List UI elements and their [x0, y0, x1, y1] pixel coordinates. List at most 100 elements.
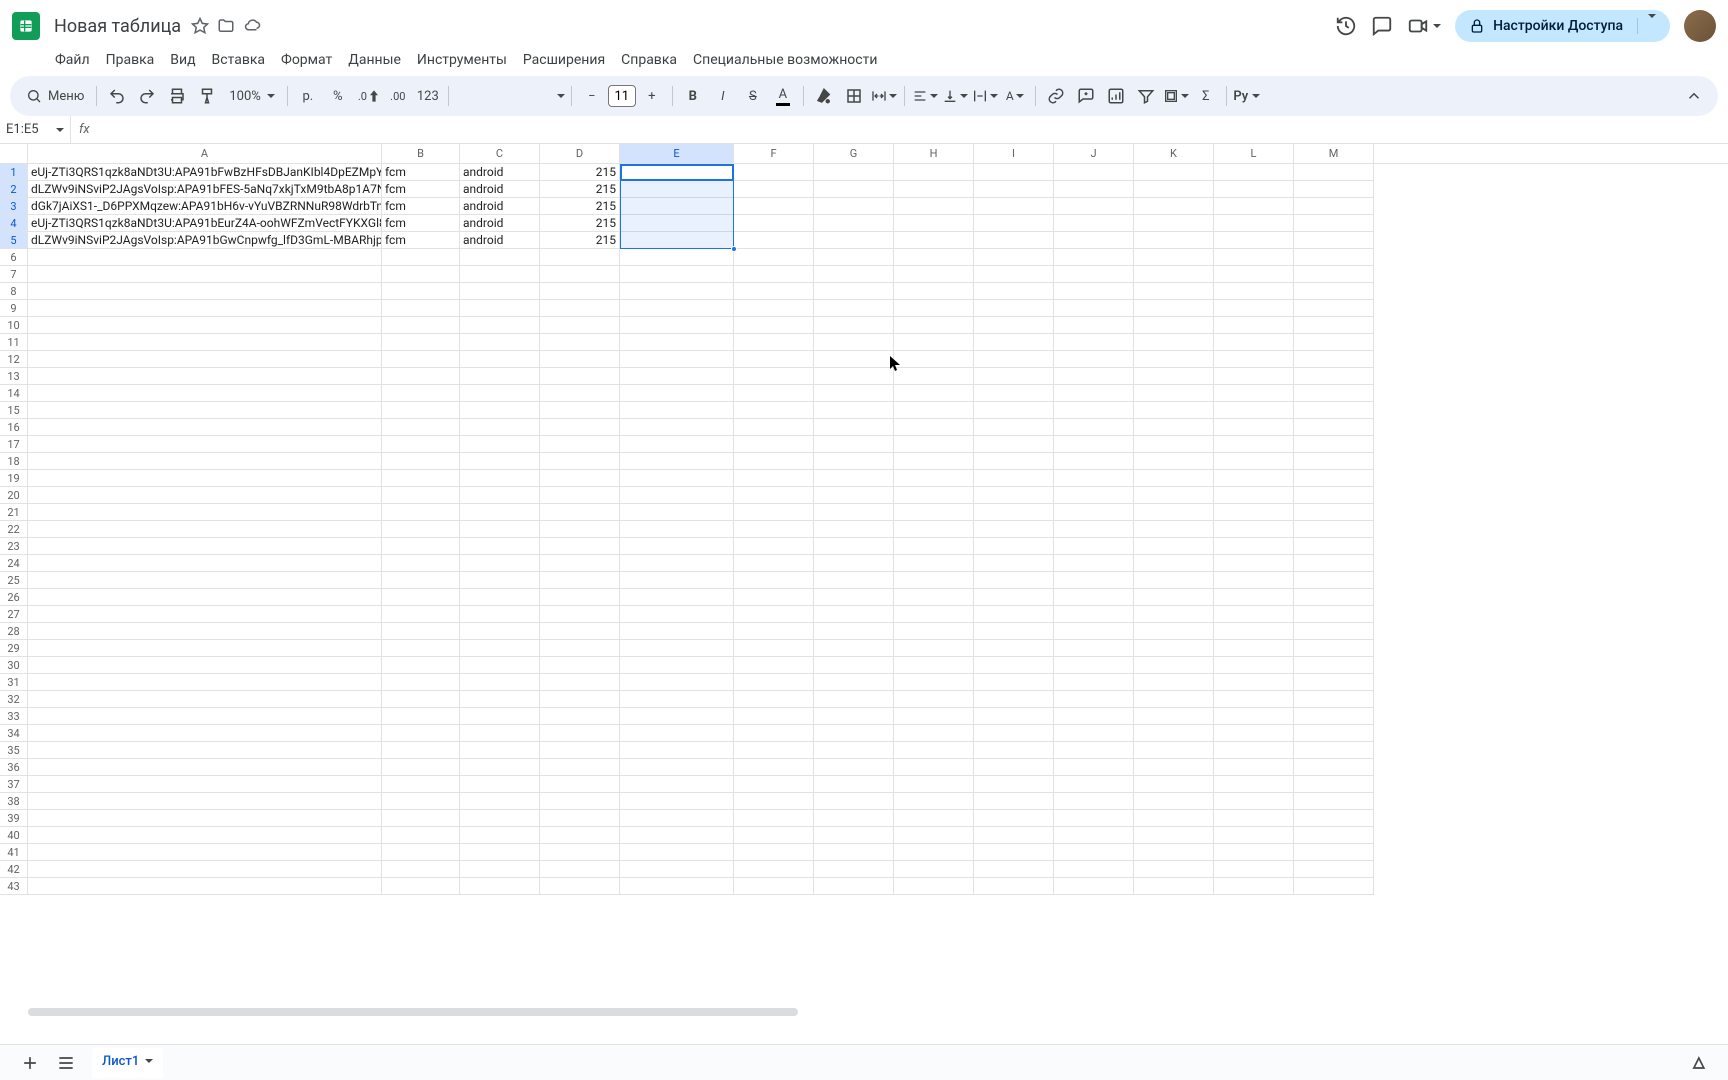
comments-icon[interactable]: [1371, 15, 1393, 37]
cell[interactable]: [894, 266, 974, 283]
cell[interactable]: [460, 368, 540, 385]
col-header-L[interactable]: L: [1214, 144, 1294, 163]
row-header[interactable]: 9: [0, 300, 28, 317]
cell[interactable]: [1214, 470, 1294, 487]
cell[interactable]: [540, 521, 620, 538]
cell[interactable]: [1134, 436, 1214, 453]
cell[interactable]: [382, 555, 460, 572]
cell[interactable]: [734, 793, 814, 810]
cell[interactable]: [1134, 657, 1214, 674]
cell[interactable]: [814, 232, 894, 249]
cell[interactable]: [460, 504, 540, 521]
cell[interactable]: [382, 810, 460, 827]
cell[interactable]: [974, 725, 1054, 742]
cell[interactable]: [28, 623, 382, 640]
cell[interactable]: [1214, 351, 1294, 368]
cell[interactable]: [28, 708, 382, 725]
cell[interactable]: [814, 385, 894, 402]
cell[interactable]: [382, 742, 460, 759]
cell[interactable]: [894, 861, 974, 878]
cell[interactable]: [1134, 623, 1214, 640]
cell[interactable]: dLZWv9iNSviP2JAgsVoIsp:APA91bGwCnpwfg_lf…: [28, 232, 382, 249]
row-header[interactable]: 24: [0, 555, 28, 572]
cell[interactable]: [734, 623, 814, 640]
cell[interactable]: [620, 334, 734, 351]
cell[interactable]: [28, 555, 382, 572]
cell[interactable]: [540, 861, 620, 878]
cell[interactable]: [28, 351, 382, 368]
cell[interactable]: [460, 249, 540, 266]
cell[interactable]: [28, 538, 382, 555]
cell[interactable]: [28, 606, 382, 623]
cell[interactable]: [540, 793, 620, 810]
cell[interactable]: [28, 810, 382, 827]
cell[interactable]: [974, 300, 1054, 317]
cell[interactable]: [974, 470, 1054, 487]
col-header-K[interactable]: K: [1134, 144, 1214, 163]
cell[interactable]: [734, 827, 814, 844]
cell[interactable]: [460, 742, 540, 759]
cell[interactable]: [28, 266, 382, 283]
cell[interactable]: [734, 878, 814, 895]
row-header[interactable]: 34: [0, 725, 28, 742]
cell[interactable]: [382, 453, 460, 470]
cell[interactable]: [1294, 657, 1374, 674]
cell[interactable]: [620, 538, 734, 555]
cell[interactable]: [814, 589, 894, 606]
menu-extensions[interactable]: Расширения: [516, 48, 612, 72]
python-button[interactable]: Py: [1233, 82, 1261, 110]
row-header[interactable]: 19: [0, 470, 28, 487]
row-header[interactable]: 33: [0, 708, 28, 725]
cell[interactable]: [734, 844, 814, 861]
cell[interactable]: [620, 878, 734, 895]
col-header-E[interactable]: E: [620, 144, 734, 163]
cell[interactable]: [540, 725, 620, 742]
cell[interactable]: [28, 657, 382, 674]
row-header[interactable]: 40: [0, 827, 28, 844]
row-header[interactable]: 36: [0, 759, 28, 776]
cell[interactable]: [540, 436, 620, 453]
row-header[interactable]: 12: [0, 351, 28, 368]
cell[interactable]: [540, 708, 620, 725]
cell[interactable]: [1294, 827, 1374, 844]
cell[interactable]: [734, 691, 814, 708]
h-align-button[interactable]: [911, 82, 939, 110]
cell[interactable]: [540, 623, 620, 640]
cell[interactable]: 215: [540, 232, 620, 249]
cell[interactable]: [894, 249, 974, 266]
cell[interactable]: [1214, 334, 1294, 351]
cell[interactable]: [974, 283, 1054, 300]
cell[interactable]: [460, 589, 540, 606]
cell[interactable]: [620, 453, 734, 470]
cell[interactable]: [1294, 691, 1374, 708]
cell[interactable]: [1054, 368, 1134, 385]
col-header-F[interactable]: F: [734, 144, 814, 163]
cell[interactable]: [620, 742, 734, 759]
cell[interactable]: [1294, 470, 1374, 487]
cell[interactable]: [1214, 317, 1294, 334]
cell[interactable]: [814, 453, 894, 470]
cell[interactable]: fcm: [382, 232, 460, 249]
cell[interactable]: [1294, 351, 1374, 368]
cell[interactable]: [28, 861, 382, 878]
cell[interactable]: [1054, 436, 1134, 453]
cell[interactable]: [814, 827, 894, 844]
cell[interactable]: [1134, 300, 1214, 317]
menu-accessibility[interactable]: Специальные возможности: [686, 48, 884, 72]
menu-data[interactable]: Данные: [341, 48, 408, 72]
cell[interactable]: [814, 725, 894, 742]
row-header[interactable]: 27: [0, 606, 28, 623]
cell[interactable]: [894, 436, 974, 453]
cell[interactable]: [894, 674, 974, 691]
cell[interactable]: [1294, 572, 1374, 589]
cell[interactable]: [1054, 470, 1134, 487]
cell[interactable]: [814, 623, 894, 640]
cell[interactable]: [974, 419, 1054, 436]
cell[interactable]: [1054, 232, 1134, 249]
cell[interactable]: [382, 538, 460, 555]
row-header[interactable]: 37: [0, 776, 28, 793]
cell[interactable]: [1134, 266, 1214, 283]
cell[interactable]: [460, 878, 540, 895]
font-family-dropdown[interactable]: [455, 82, 565, 110]
add-sheet-button[interactable]: [20, 1053, 40, 1073]
